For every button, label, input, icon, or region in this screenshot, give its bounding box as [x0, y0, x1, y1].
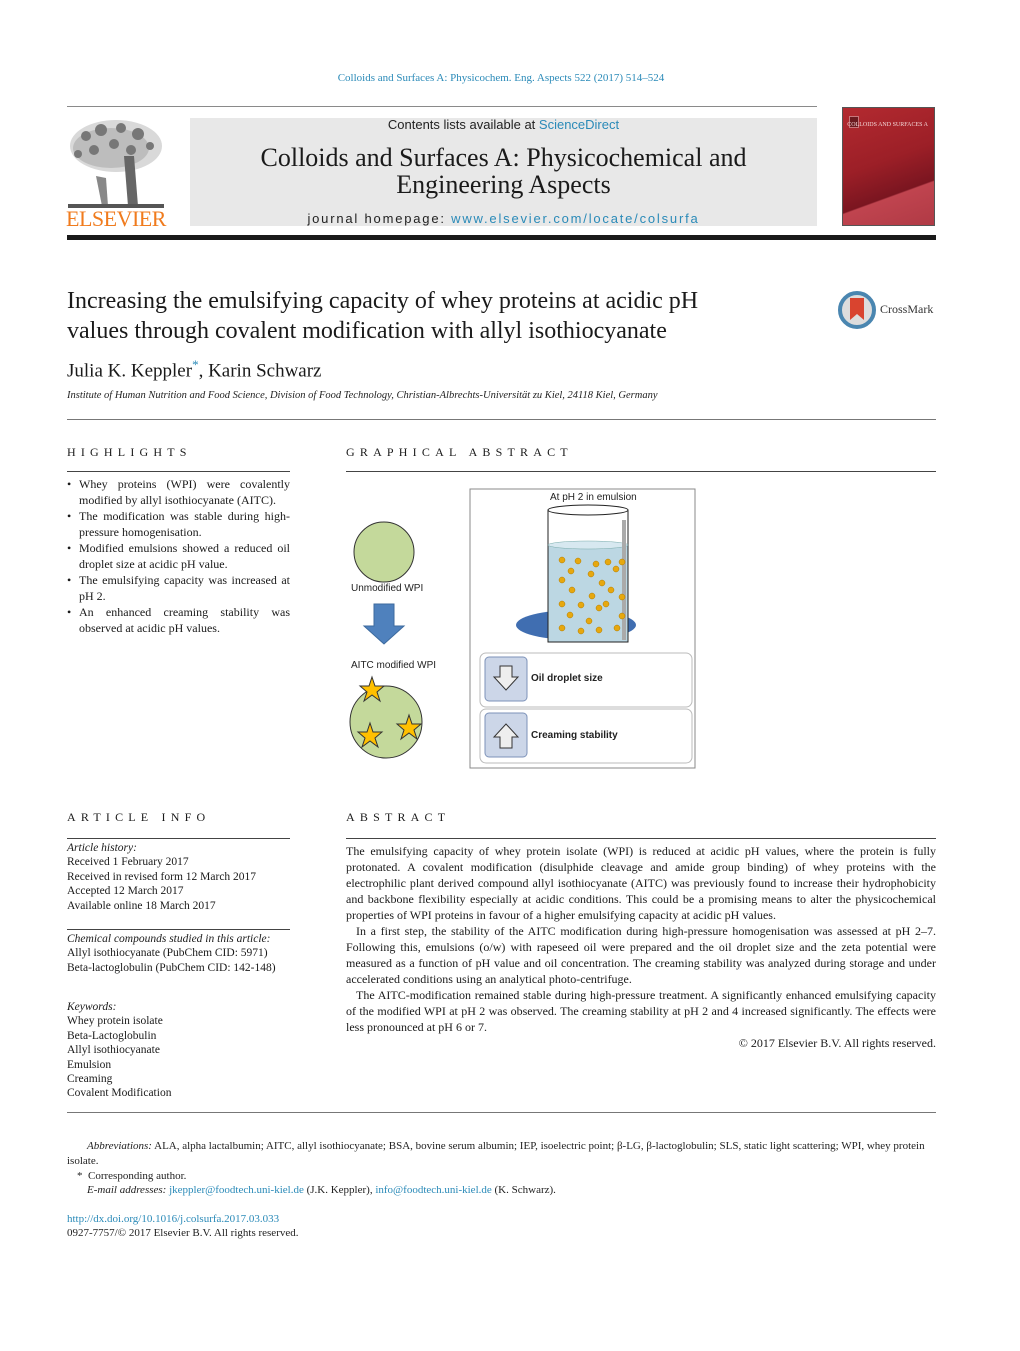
journal-banner: Contents lists available at ScienceDirec… — [190, 118, 817, 226]
abstract-paragraph: In a first step, the stability of the AI… — [346, 924, 936, 986]
highlights-list: Whey proteins (WPI) were covalently modi… — [67, 476, 290, 636]
crossmark-badge[interactable]: CrossMark — [838, 290, 938, 330]
keyword-item: Emulsion — [67, 1058, 112, 1071]
down-arrow-icon — [362, 603, 406, 645]
cover-title: COLLOIDS AND SURFACES A — [847, 122, 928, 128]
highlight-item: An enhanced creaming stability was obser… — [67, 604, 290, 636]
contents-line: Contents lists available at ScienceDirec… — [387, 117, 620, 132]
highlight-item: The emulsifying capacity was increased a… — [67, 572, 290, 604]
compound-item: Allyl isothiocyanate (PubChem CID: 5971) — [67, 947, 268, 960]
article-info-rule-2 — [67, 929, 290, 930]
abbreviations-footnote: Abbreviations: ALA, alpha lactalbumin; A… — [67, 1140, 925, 1167]
abstract-rule — [346, 838, 936, 839]
header-divider — [67, 106, 817, 107]
keyword-item: Creaming — [67, 1073, 113, 1086]
keywords: Keywords: Whey protein isolate Beta-Lact… — [67, 1000, 290, 1101]
unmodified-wpi-label: Unmodified WPI — [351, 583, 424, 594]
sciencedirect-link[interactable]: ScienceDirect — [539, 117, 619, 132]
author-keppler[interactable]: Julia K. Keppler — [67, 360, 192, 381]
history-item: Available online 18 March 2017 — [67, 899, 216, 912]
graphical-abstract-drawing — [349, 488, 696, 769]
doi-link[interactable]: http://dx.doi.org/10.1016/j.colsurfa.201… — [67, 1213, 279, 1225]
author-schwarz[interactable]: Karin Schwarz — [208, 360, 321, 381]
abstract-paragraph: The AITC-modification remained stable du… — [346, 988, 936, 1034]
title-divider — [67, 419, 936, 420]
highlights-rule — [67, 471, 290, 472]
chemical-compounds: Chemical compounds studied in this artic… — [67, 932, 290, 975]
abstract-heading: ABSTRACT — [346, 810, 451, 824]
crossmark-icon — [838, 291, 876, 329]
header-thick-divider — [67, 235, 936, 240]
aitc-modified-wpi-label: AITC modified WPI — [351, 660, 437, 671]
elsevier-wordmark: ELSEVIER — [66, 206, 166, 231]
issn-line: 0927-7757/© 2017 Elsevier B.V. All right… — [67, 1227, 299, 1239]
email-schwarz-link[interactable]: info@foodtech.uni-kiel.de — [375, 1184, 491, 1196]
highlights-heading: HIGHLIGHTS — [67, 445, 192, 459]
keyword-item: Beta-Lactoglobulin — [67, 1029, 157, 1042]
history-item: Received 1 February 2017 — [67, 856, 189, 869]
abstract-copyright: © 2017 Elsevier B.V. All rights reserved… — [738, 1036, 936, 1050]
compound-item: Beta-lactoglobulin (PubChem CID: 142-148… — [67, 961, 276, 974]
unmodified-wpi-circle — [353, 521, 415, 583]
article-history: Article history: Received 1 February 201… — [67, 841, 290, 913]
highlight-item: Modified emulsions showed a reduced oil … — [67, 540, 290, 572]
homepage-link[interactable]: www.elsevier.com/locate/colsurfa — [451, 211, 699, 226]
crossmark-label: CrossMark — [880, 302, 934, 316]
article-info-heading: ARTICLE INFO — [67, 810, 211, 824]
journal-citation[interactable]: Colloids and Surfaces A: Physicochem. En… — [0, 72, 1002, 84]
journal-homepage: journal homepage: www.elsevier.com/locat… — [307, 211, 700, 226]
highlight-item: The modification was stable during high-… — [67, 508, 290, 540]
footnote-divider — [67, 1112, 936, 1113]
creaming-stability-label: Creaming stability — [531, 730, 618, 741]
graphical-abstract-figure[interactable]: Unmodified WPI AITC modified WPI At pH 2… — [346, 480, 706, 780]
doi-line: http://dx.doi.org/10.1016/j.colsurfa.201… — [67, 1212, 936, 1227]
abstract-paragraph: The emulsifying capacity of whey protein… — [346, 844, 936, 922]
graphical-abstract-heading: GRAPHICAL ABSTRACT — [346, 445, 573, 459]
history-item: Accepted 12 March 2017 — [67, 885, 184, 898]
elsevier-logo[interactable]: ELSEVIER — [66, 116, 166, 231]
corresponding-footnote: * Corresponding author. — [77, 1170, 187, 1182]
email-keppler-link[interactable]: jkeppler@foodtech.uni-kiel.de — [169, 1184, 304, 1196]
journal-title: Colloids and Surfaces A: Physicochemical… — [260, 143, 747, 199]
history-item: Received in revised form 12 March 2017 — [67, 870, 257, 883]
abstract-body: The emulsifying capacity of whey protein… — [346, 843, 936, 1051]
beaker-label: At pH 2 in emulsion — [550, 492, 637, 503]
affiliation: Institute of Human Nutrition and Food Sc… — [67, 390, 658, 401]
graphical-abstract-rule — [346, 471, 936, 472]
keyword-item: Covalent Modification — [67, 1087, 172, 1100]
keyword-item: Allyl isothiocyanate — [67, 1044, 160, 1057]
article-info-rule — [67, 838, 290, 839]
highlight-item: Whey proteins (WPI) were covalently modi… — [67, 476, 290, 508]
article-title: Increasing the emulsifying capacity of w… — [67, 288, 699, 344]
author-list: Julia K. Keppler*, Karin Schwarz — [67, 357, 322, 382]
email-footnote: E-mail addresses: jkeppler@foodtech.uni-… — [87, 1184, 556, 1196]
journal-cover[interactable]: COLLOIDS AND SURFACES A — [842, 107, 935, 226]
oil-droplet-size-label: Oil droplet size — [531, 673, 603, 684]
keyword-item: Whey protein isolate — [67, 1015, 163, 1028]
